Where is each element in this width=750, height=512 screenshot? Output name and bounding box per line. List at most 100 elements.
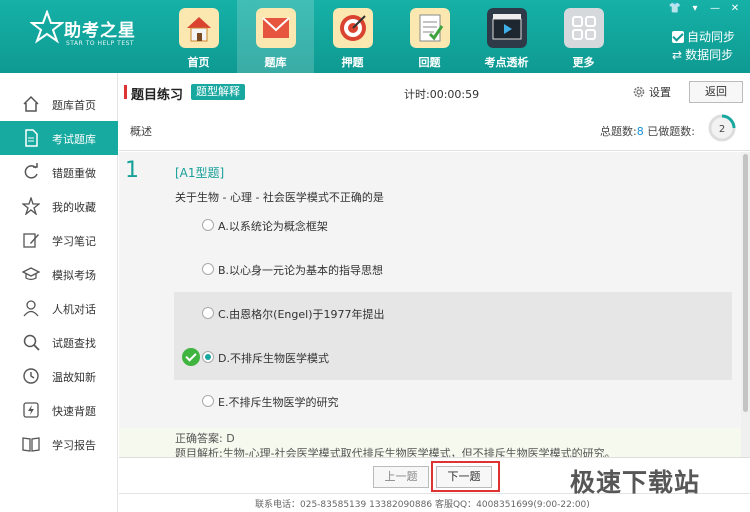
back-button[interactable]: 返回 [689, 81, 743, 103]
sidebar-item-review-old[interactable]: 温故知新 [0, 359, 118, 393]
answer-panel: 正确答案: D 题目解析:生物-心理-社会医学模式取代排斥生物医学模式，但不排斥… [119, 428, 741, 460]
option-text: B.以心身一元论为基本的指导思想 [218, 264, 384, 277]
sidebar-item-label: 模拟考场 [52, 269, 96, 282]
data-sync-label: 数据同步 [685, 48, 734, 62]
check-circle-icon [182, 348, 200, 366]
window-controls: 👕 ▾ — ✕ [666, 2, 744, 16]
nav-label: 题库 [264, 56, 287, 69]
sidebar-item-label: 人机对话 [52, 303, 96, 316]
nav-key-points[interactable]: 考点透析 [468, 0, 545, 73]
target-icon [333, 8, 373, 48]
option-b[interactable]: B.以心身一元论为基本的指导思想 [174, 248, 732, 292]
scrollbar-thumb[interactable] [743, 154, 748, 412]
sync-panel: 自动同步 ⇄ 数据同步 [672, 28, 735, 64]
logo-slogan: STAR TO HELP TEST [66, 40, 135, 47]
grid-icon [564, 8, 604, 48]
app-window: 助考之星 STAR TO HELP TEST 首页 题库 押题 回题 考点透析 … [0, 0, 750, 512]
question-type: [A1型题] [175, 166, 225, 180]
timer: 计时:00:00:59 [404, 88, 480, 101]
menu-icon[interactable]: ▾ [686, 2, 704, 16]
settings-label: 设置 [649, 86, 671, 99]
sync-arrows-icon: ⇄ [672, 48, 683, 62]
sidebar-item-label: 学习笔记 [52, 235, 96, 248]
sidebar-item-search[interactable]: 试题查找 [0, 325, 118, 359]
correct-answer: 正确答案: D [175, 432, 235, 445]
sidebar-item-label: 快速背题 [52, 405, 96, 418]
sidebar-item-bank-home[interactable]: 题库首页 [0, 87, 118, 121]
question-number: 1 [125, 158, 139, 183]
nav-review[interactable]: 回题 [391, 0, 468, 73]
option-text: E.不排斥生物医学的研究 [218, 396, 339, 409]
sidebar-item-label: 考试题库 [52, 133, 96, 146]
nav-question-bank[interactable]: 题库 [237, 0, 314, 73]
sidebar-item-report[interactable]: 学习报告 [0, 427, 118, 461]
gear-icon [633, 86, 645, 98]
app-logo: 助考之星 STAR TO HELP TEST [30, 10, 140, 54]
document-icon [25, 129, 38, 147]
sidebar-item-mock-exam[interactable]: 模拟考场 [0, 257, 118, 291]
sidebar-item-favorites[interactable]: 我的收藏 [0, 189, 118, 223]
home-outline-icon [23, 95, 39, 112]
next-question-button[interactable]: 下一题 [436, 466, 492, 488]
nav-predict[interactable]: 押题 [314, 0, 391, 73]
prev-question-button[interactable]: 上一题 [373, 466, 429, 488]
scrollbar[interactable] [741, 152, 750, 457]
search-icon [23, 334, 40, 351]
radio-button[interactable] [202, 263, 214, 275]
option-text: A.以系统论为概念框架 [218, 220, 328, 233]
sidebar-item-dialogue[interactable]: 人机对话 [0, 291, 118, 325]
data-sync-button[interactable]: ⇄ 数据同步 [672, 46, 735, 64]
sidebar-item-redo-wrong[interactable]: 错题重做 [0, 155, 118, 189]
nav-label: 考点透析 [484, 56, 529, 69]
option-d[interactable]: D.不排斥生物医学模式 [174, 336, 732, 380]
nav-label: 首页 [187, 56, 210, 69]
radio-button[interactable] [202, 307, 214, 319]
nav-more[interactable]: 更多 [545, 0, 622, 73]
shirt-icon[interactable]: 👕 [666, 2, 684, 16]
option-a[interactable]: A.以系统论为概念框架 [174, 204, 732, 248]
clock-icon [23, 368, 39, 384]
settings-button[interactable]: 设置 [632, 84, 671, 100]
person-icon [23, 300, 39, 317]
done-label: 已做题数: [647, 125, 695, 138]
checklist-icon [410, 8, 450, 48]
page-title: 题目练习 [131, 88, 184, 103]
question-type-tag[interactable]: 题型解释 [191, 84, 245, 100]
option-c[interactable]: C.由恩格尔(Engel)于1977年提出 [174, 292, 732, 336]
radio-button[interactable] [202, 351, 214, 363]
question-text: 关于生物 - 心理 - 社会医学模式不正确的是 [175, 191, 384, 204]
overview-label[interactable]: 概述 [130, 123, 152, 139]
radio-button[interactable] [202, 219, 214, 231]
close-icon[interactable]: ✕ [726, 2, 744, 16]
minimize-icon[interactable]: — [706, 2, 724, 16]
sidebar-item-label: 学习报告 [52, 439, 96, 452]
sidebar-item-quick-memorize[interactable]: 快速背题 [0, 393, 118, 427]
checkbox-icon[interactable] [672, 31, 684, 43]
radio-button[interactable] [202, 395, 214, 407]
refresh-icon [24, 163, 38, 179]
question-area: 1 [A1型题] 关于生物 - 心理 - 社会医学模式不正确的是 A.以系统论为… [119, 152, 741, 457]
nav-home[interactable]: 首页 [160, 0, 237, 73]
main-panel: 题目练习 题型解释 计时:00:00:59 设置 返回 概述 总题数:8 已做题… [119, 73, 750, 512]
sidebar: 题库首页 考试题库 错题重做 我的收藏 学习笔记 模拟考场 人机对话 试题查找 [0, 73, 118, 512]
sidebar-item-label: 温故知新 [52, 371, 96, 384]
sidebar-item-exam-bank[interactable]: 考试题库 [0, 121, 118, 155]
done-count: 2 [719, 124, 725, 135]
watermark: 极速下载站 [570, 468, 701, 497]
option-e[interactable]: E.不排斥生物医学的研究 [174, 380, 732, 424]
progress-ring: 2 [708, 114, 736, 142]
film-icon [487, 8, 527, 48]
auto-sync-label: 自动同步 [687, 30, 736, 44]
nav-label: 回题 [418, 56, 441, 69]
auto-sync-toggle[interactable]: 自动同步 [672, 28, 735, 46]
title-accent-bar [124, 85, 127, 99]
graduation-cap-icon [22, 267, 40, 281]
header-bar: 助考之星 STAR TO HELP TEST 首页 题库 押题 回题 考点透析 … [0, 0, 750, 73]
option-text: D.不排斥生物医学模式 [218, 352, 329, 365]
star-logo-icon [30, 10, 64, 44]
book-icon [22, 437, 40, 452]
total-count: 8 [636, 125, 644, 138]
sidebar-item-label: 试题查找 [52, 337, 96, 350]
sidebar-item-notes[interactable]: 学习笔记 [0, 223, 118, 257]
top-nav: 首页 题库 押题 回题 考点透析 更多 [160, 0, 622, 73]
